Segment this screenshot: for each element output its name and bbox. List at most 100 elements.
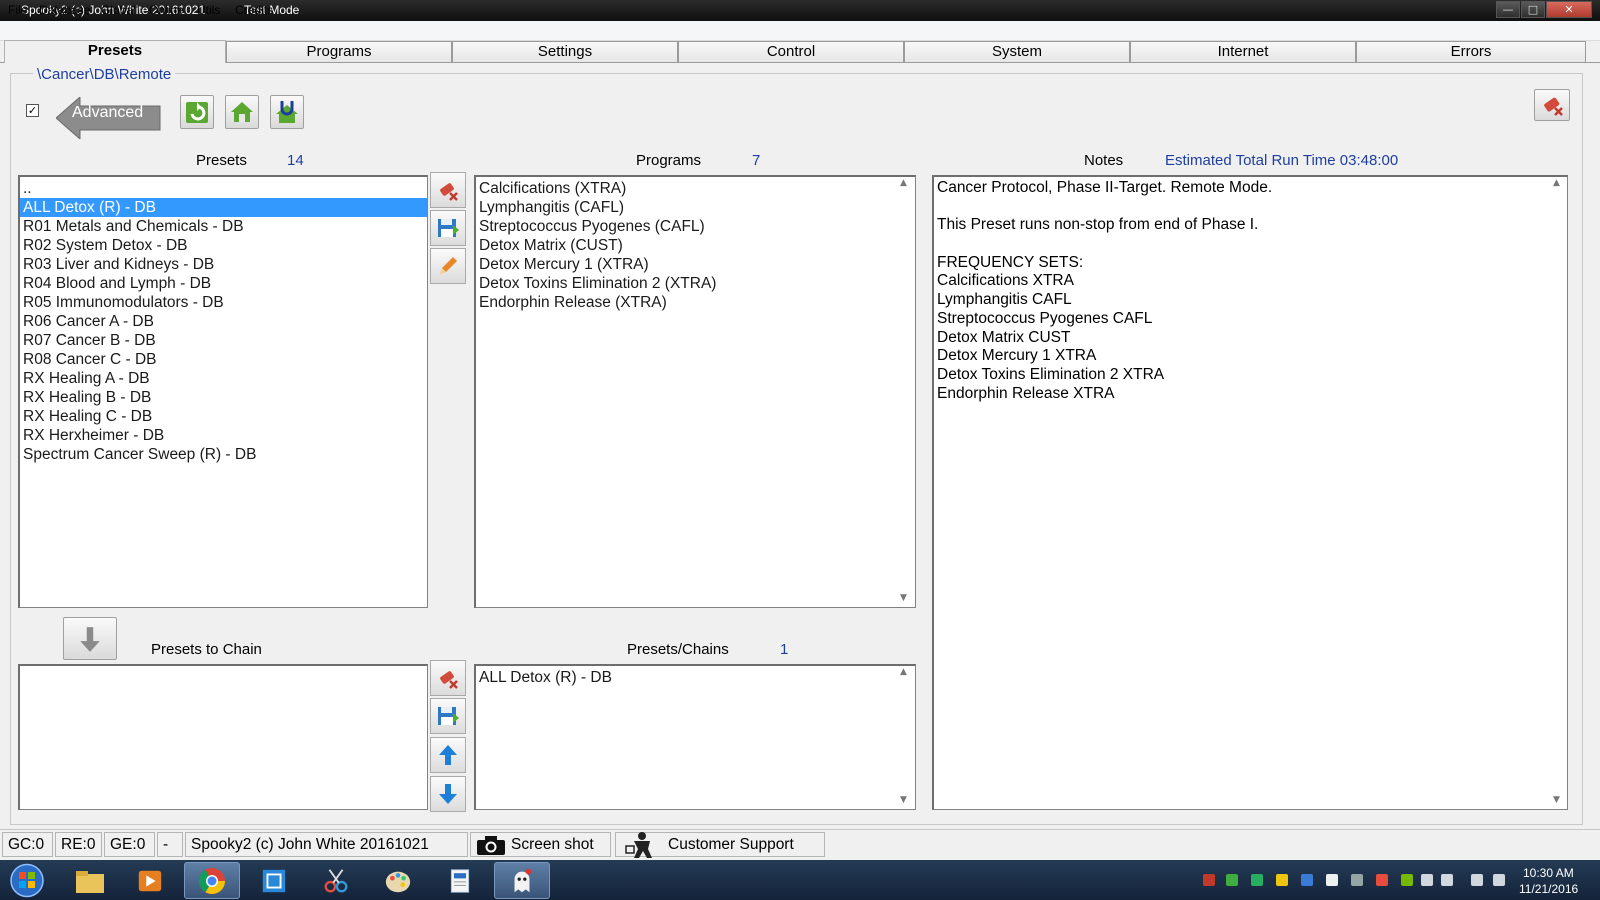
- wifi-icon[interactable]: [1376, 874, 1388, 886]
- notes-line: Detox Matrix CUST: [937, 328, 1071, 346]
- presets-chains-list[interactable]: ALL Detox (R) - DB: [474, 664, 916, 810]
- menu-credits[interactable]: Credits: [235, 3, 273, 17]
- tab-control[interactable]: Control: [678, 41, 904, 62]
- maximize-button[interactable]: □: [1521, 1, 1545, 18]
- home-button[interactable]: [225, 95, 259, 129]
- taskbar-paint[interactable]: [370, 862, 426, 899]
- tray-update-icon[interactable]: [1276, 874, 1288, 886]
- status-dash: -: [157, 832, 183, 857]
- list-item[interactable]: R06 Cancer A - DB: [20, 312, 427, 331]
- status-re: RE:0: [55, 832, 102, 857]
- list-item[interactable]: RX Healing C - DB: [20, 407, 427, 426]
- tray-app-icon[interactable]: [1301, 874, 1313, 886]
- menu-database[interactable]: Database: [39, 3, 90, 17]
- user-home-button[interactable]: [270, 95, 304, 129]
- add-to-chain-button[interactable]: [63, 617, 117, 660]
- list-item[interactable]: R03 Liver and Kidneys - DB: [20, 255, 427, 274]
- display-icon[interactable]: [1421, 874, 1433, 886]
- list-item[interactable]: ..: [20, 179, 427, 198]
- list-item[interactable]: Lymphangitis (CAFL): [476, 198, 915, 217]
- tray-antivirus-icon[interactable]: [1203, 874, 1215, 886]
- taskbar-snipping[interactable]: [246, 862, 302, 899]
- taskbar-explorer[interactable]: [62, 862, 118, 899]
- list-item[interactable]: R07 Cancer B - DB: [20, 331, 427, 350]
- menu-file[interactable]: File: [8, 3, 27, 17]
- save-icon: [438, 707, 459, 725]
- chrome-icon: [198, 867, 226, 894]
- chain-list[interactable]: [18, 664, 428, 810]
- notes-line: Detox Toxins Elimination 2 XTRA: [937, 365, 1165, 383]
- tab-programs[interactable]: Programs: [226, 41, 452, 62]
- battery-icon[interactable]: [1441, 874, 1453, 886]
- list-item[interactable]: RX Healing A - DB: [20, 369, 427, 388]
- list-item[interactable]: Detox Mercury 1 (XTRA): [476, 255, 915, 274]
- edit-preset-button[interactable]: [430, 248, 466, 284]
- list-item[interactable]: R05 Immunomodulators - DB: [20, 293, 427, 312]
- ghost-icon: [514, 868, 532, 892]
- menu-online[interactable]: Online: [149, 3, 184, 17]
- taskbar-chrome[interactable]: [184, 862, 240, 899]
- scissors-icon: [324, 868, 348, 892]
- refresh-button[interactable]: [180, 95, 214, 129]
- presets-list[interactable]: .. ALL Detox (R) - DB R01 Metals and Che…: [18, 175, 428, 608]
- list-item[interactable]: R08 Cancer C - DB: [20, 350, 427, 369]
- save-chain-button[interactable]: [430, 698, 466, 734]
- chains-scroll-down[interactable]: ▼: [900, 795, 907, 805]
- save-icon: [438, 219, 459, 237]
- taskbar-spooky2[interactable]: [494, 862, 550, 899]
- programs-scroll-down[interactable]: ▼: [900, 593, 907, 603]
- list-item[interactable]: Streptococcus Pyogenes (CAFL): [476, 217, 915, 236]
- list-item[interactable]: R01 Metals and Chemicals - DB: [20, 217, 427, 236]
- advanced-checkbox[interactable]: ✓: [26, 104, 39, 117]
- monitor-icon[interactable]: [1471, 874, 1483, 886]
- notes-scroll-up[interactable]: ▲: [1553, 178, 1560, 188]
- start-button[interactable]: [6, 862, 48, 899]
- chains-scroll-up[interactable]: ▲: [900, 667, 907, 677]
- clock-date[interactable]: 11/21/2016: [1519, 882, 1578, 896]
- close-button[interactable]: ✕: [1546, 1, 1592, 18]
- delete-preset-button[interactable]: [430, 172, 466, 208]
- list-item[interactable]: Detox Matrix (CUST): [476, 236, 915, 255]
- tray-sync-icon[interactable]: [1226, 874, 1238, 886]
- tab-errors[interactable]: Errors: [1356, 41, 1586, 62]
- chain-header: Presets to Chain: [151, 641, 262, 658]
- menu-utils[interactable]: Utils: [197, 3, 220, 17]
- network-device-icon[interactable]: [1351, 874, 1363, 886]
- minimize-button[interactable]: —: [1496, 1, 1520, 18]
- list-item-selected[interactable]: ALL Detox (R) - DB: [20, 198, 427, 217]
- taskbar-document[interactable]: [432, 862, 488, 899]
- notes-scroll-down[interactable]: ▼: [1553, 795, 1560, 805]
- list-item[interactable]: Detox Toxins Elimination 2 (XTRA): [476, 274, 915, 293]
- tab-settings[interactable]: Settings: [452, 41, 678, 62]
- delete-chain-button[interactable]: [430, 660, 466, 696]
- presets-list-body: .. ALL Detox (R) - DB R01 Metals and Che…: [20, 177, 427, 464]
- flag-icon[interactable]: [1326, 874, 1338, 886]
- list-item[interactable]: Calcifications (XTRA): [476, 179, 915, 198]
- programs-scroll-up[interactable]: ▲: [900, 178, 907, 188]
- erase-button[interactable]: [1534, 89, 1570, 121]
- list-item[interactable]: Endorphin Release (XTRA): [476, 293, 915, 312]
- tab-presets[interactable]: Presets: [4, 40, 226, 63]
- list-item[interactable]: Spectrum Cancer Sweep (R) - DB: [20, 445, 427, 464]
- list-item[interactable]: R02 System Detox - DB: [20, 236, 427, 255]
- notes-line: [934, 235, 1567, 254]
- nvidia-icon[interactable]: [1401, 874, 1413, 886]
- programs-list[interactable]: Calcifications (XTRA) Lymphangitis (CAFL…: [474, 175, 916, 608]
- list-item[interactable]: R04 Blood and Lymph - DB: [20, 274, 427, 293]
- notes-box[interactable]: Cancer Protocol, Phase II-Target. Remote…: [932, 175, 1568, 810]
- folder-icon: [76, 870, 104, 893]
- list-item[interactable]: ALL Detox (R) - DB: [476, 668, 915, 687]
- list-item[interactable]: RX Herxheimer - DB: [20, 426, 427, 445]
- move-up-button[interactable]: [430, 737, 466, 773]
- save-preset-button[interactable]: [430, 210, 466, 246]
- tab-internet[interactable]: Internet: [1130, 41, 1356, 62]
- tab-system[interactable]: System: [904, 41, 1130, 62]
- volume-icon[interactable]: [1493, 874, 1505, 886]
- list-item[interactable]: RX Healing B - DB: [20, 388, 427, 407]
- taskbar-paint-tool[interactable]: [308, 862, 364, 899]
- move-down-button[interactable]: [430, 776, 466, 812]
- tray-check-icon[interactable]: [1251, 874, 1263, 886]
- menu-global[interactable]: Global: [101, 3, 136, 17]
- clock-time[interactable]: 10:30 AM: [1523, 866, 1574, 880]
- taskbar-media[interactable]: [122, 862, 178, 899]
